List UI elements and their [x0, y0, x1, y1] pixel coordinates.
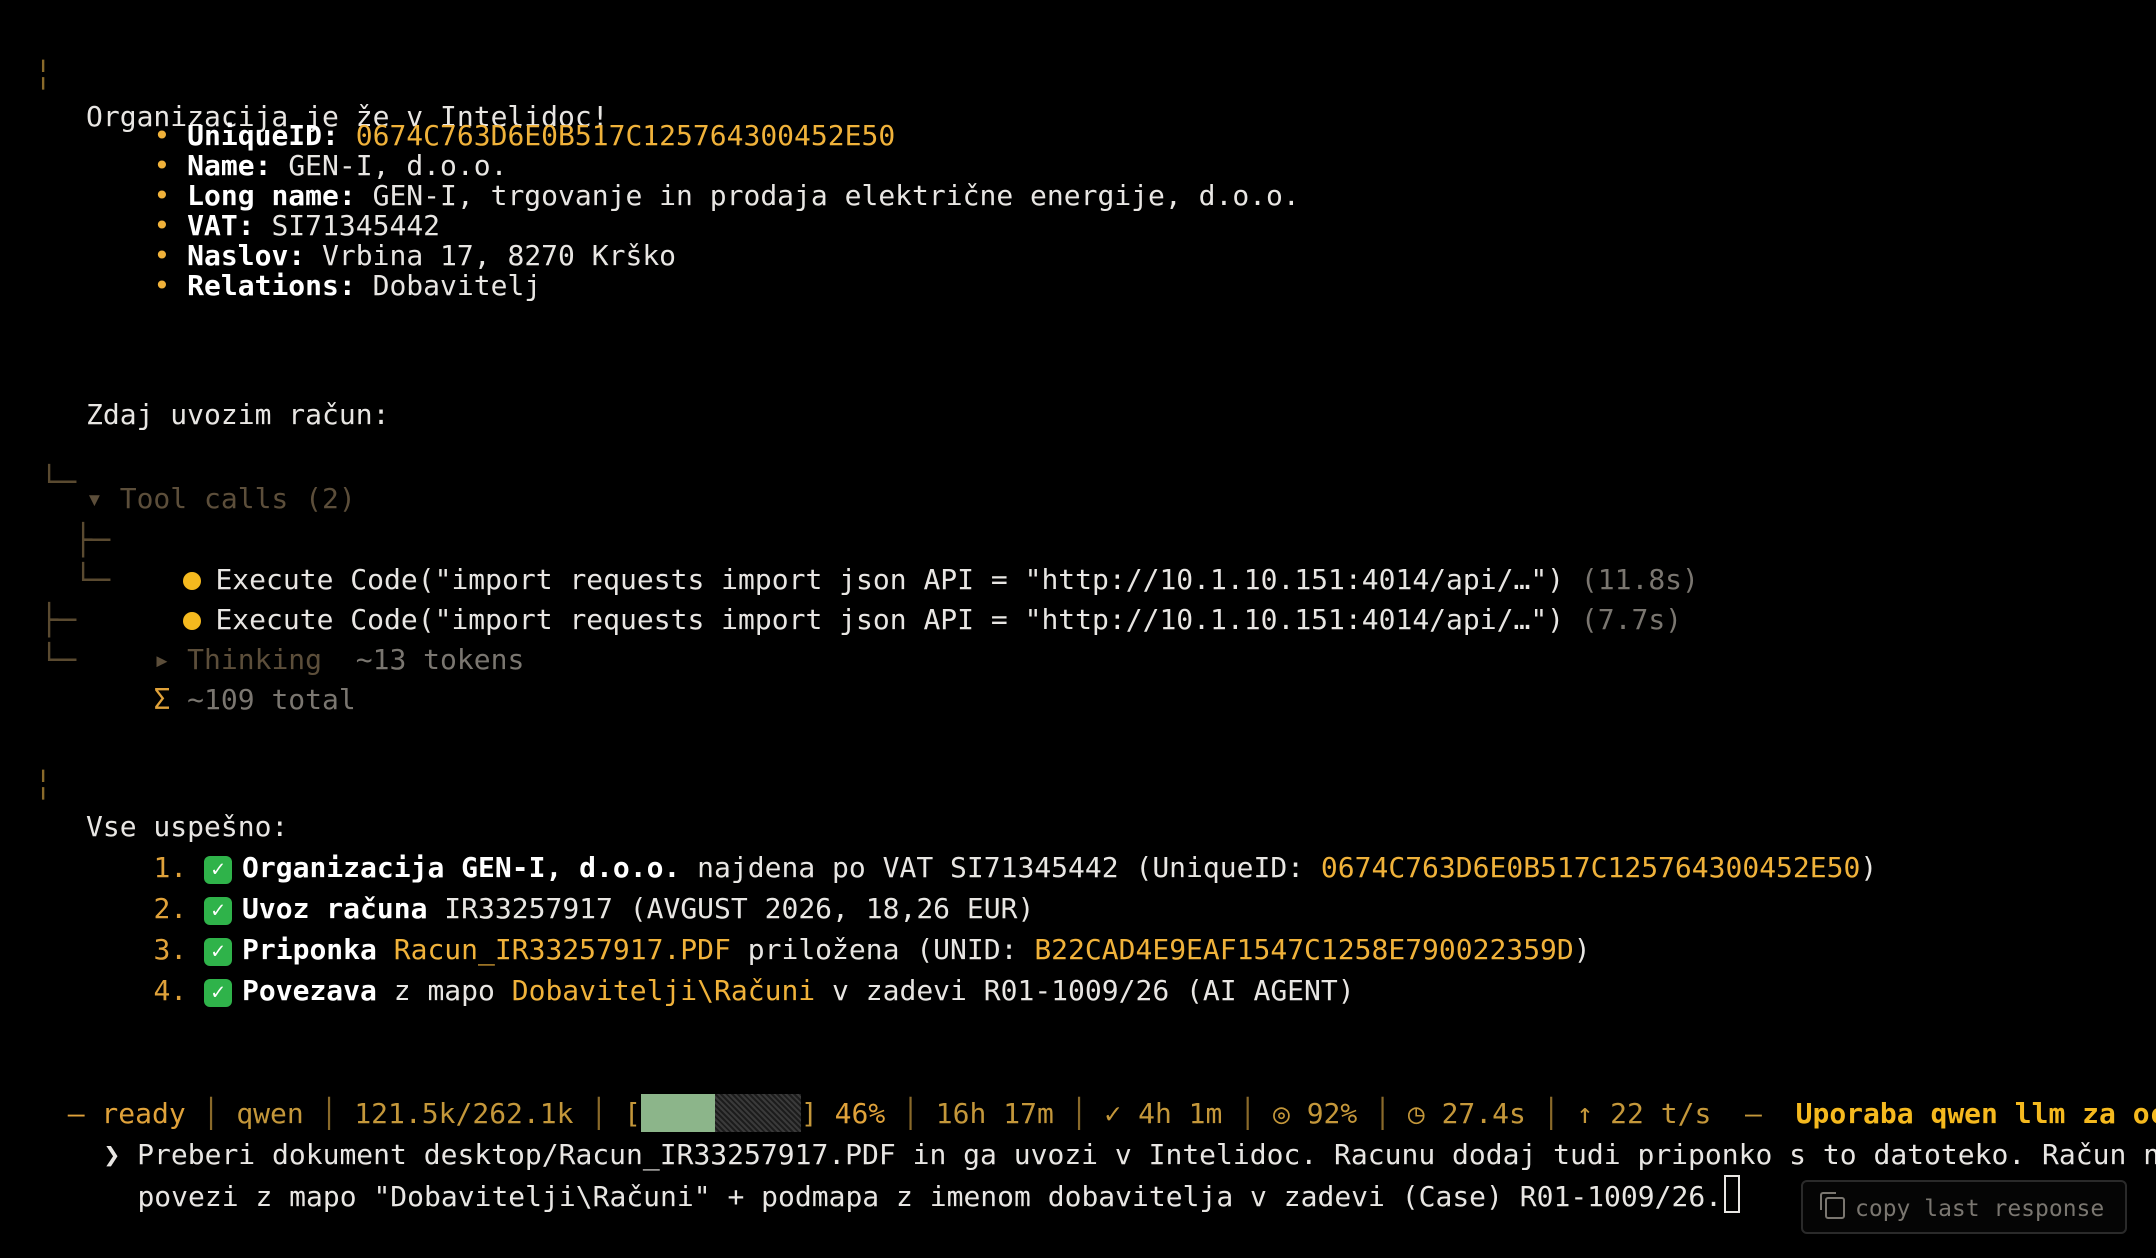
result-item: 3. ✓ Priponka Racun_IR33257917.PDF prilož… [86, 888, 1591, 966]
assistant-message-1: ╎ Organizacija je že v Intelidoc! [0, 14, 609, 133]
item-text: v zadevi R01-1009/26 (AI AGENT) [815, 974, 1355, 1007]
status-bar: – ready │ qwen │ 121.5k/262.1k │ [] 46% … [34, 1052, 2156, 1132]
thinking-toggle[interactable]: ▸ Thinking ~13 tokens [86, 598, 524, 676]
total-value: ~109 total [187, 683, 356, 716]
bullet: • [153, 269, 171, 302]
item-highlight: Dobavitelji\Računi [511, 974, 816, 1007]
list-item-relations: • Relations: Dobavitelj [86, 224, 541, 302]
checkmark-icon: ✓ [204, 979, 233, 1007]
result-item: 1. ✓ Organizacija GEN-I, d.o.o. najdena p… [86, 806, 1877, 884]
field-value: Dobavitelj [372, 269, 542, 302]
item-text: z mapo [376, 974, 512, 1007]
result-item: 4. ✓ Povezava z mapo Dobavitelji\Računi v… [86, 929, 1355, 1007]
tree-connector: └─ [40, 465, 77, 500]
item-title: Povezava [242, 974, 377, 1007]
prompt-line-2: povezi z mapo "Dobavitelji\Računi" + pod… [70, 1134, 1741, 1213]
copy-button-label: copy last response [1855, 1196, 2105, 1222]
item-text: ) [1860, 851, 1878, 884]
field-label: Relations: [187, 269, 356, 302]
text-cursor [1724, 1175, 1741, 1213]
assistant-message-3: ╎ Vse uspešno: [0, 724, 288, 843]
sigma-icon: Σ [153, 683, 171, 716]
tree-connector: └─ [40, 643, 77, 678]
item-number: 4. [153, 974, 188, 1007]
message-gutter-marker: ╎ [34, 768, 53, 803]
tool-call-item[interactable]: Execute Code("import requests import jso… [116, 518, 1699, 596]
assistant-message-2: Zdaj uvozim račun: [86, 398, 390, 431]
copy-icon [1820, 1192, 1845, 1219]
item-text: ) [1573, 933, 1591, 966]
tool-call-item[interactable]: Execute Code("import requests import jso… [116, 558, 1682, 636]
tool-call-duration: (7.7s) [1580, 603, 1683, 636]
copy-last-response-button[interactable]: copy last response [1801, 1180, 2127, 1234]
item-highlight: 0674C763D6E0B517C125764300452E50 [1320, 851, 1861, 884]
tree-connector: ├─ [74, 523, 111, 558]
tree-connector: └─ [74, 563, 111, 598]
message-gutter-marker: ╎ [34, 58, 53, 93]
prompt-line-1: ❯ Preberi dokument desktop/Racun_IR33257… [36, 1093, 2156, 1171]
result-item: 2. ✓ Uvoz računa IR33257917 (AVGUST 2026,… [86, 847, 1034, 925]
tree-connector: ├─ [40, 603, 77, 638]
tool-calls-toggle[interactable]: ▾ Tool calls (2) [86, 478, 356, 519]
token-total: Σ ~109 total [86, 638, 355, 716]
prompt-text: povezi z mapo "Dobavitelji\Računi" + pod… [137, 1180, 1723, 1213]
thinking-tokens: ~13 tokens [355, 643, 525, 676]
